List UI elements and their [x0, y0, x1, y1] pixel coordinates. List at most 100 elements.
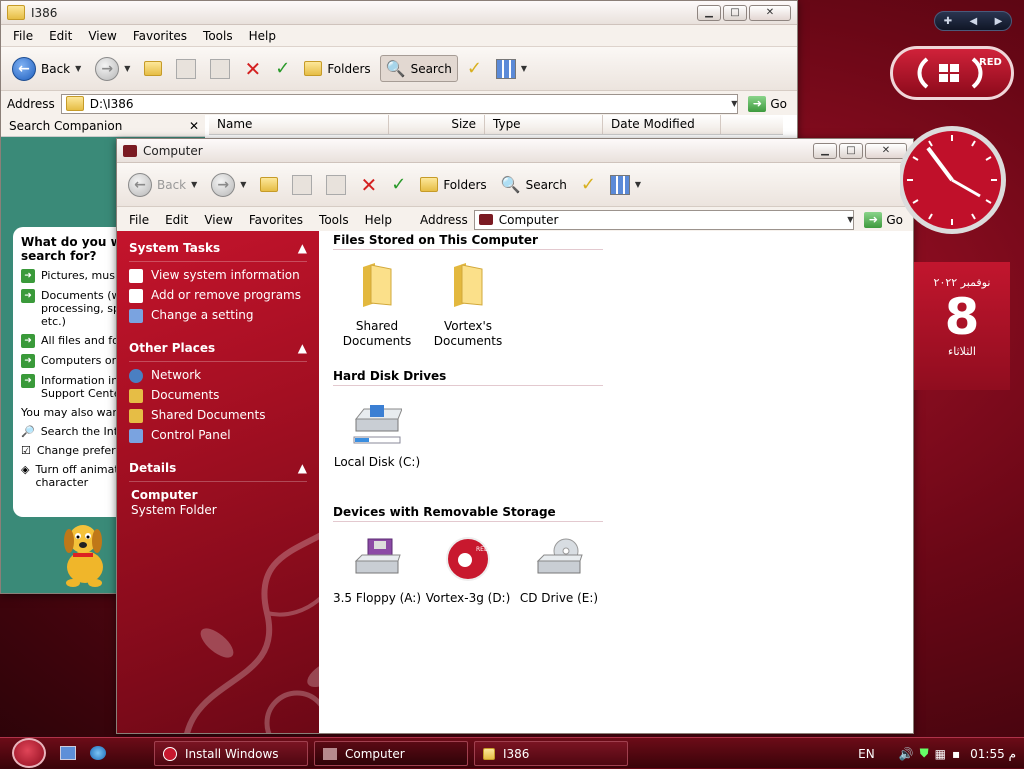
show-desktop-icon[interactable]: [60, 746, 76, 760]
network-icon[interactable]: ▦: [935, 747, 946, 761]
copy-to-button[interactable]: [171, 56, 201, 82]
hard-drive-icon: [353, 405, 403, 444]
taskbar-label: I386: [503, 746, 530, 761]
view-system-information-link[interactable]: View system information: [129, 268, 307, 283]
collapse-icon[interactable]: ▲: [298, 341, 307, 355]
folders-button[interactable]: Folders: [299, 58, 375, 79]
clock-time[interactable]: 01:55 م: [970, 747, 1016, 761]
minimize-button[interactable]: ▁: [697, 4, 721, 21]
menu-edit[interactable]: Edit: [157, 213, 196, 227]
address-input[interactable]: D:\I386 ▼: [60, 93, 739, 114]
views-button[interactable]: ▼: [491, 56, 532, 82]
taskbar-i386[interactable]: I386: [474, 741, 628, 766]
forward-button[interactable]: → ▼: [90, 54, 135, 84]
clock-gadget[interactable]: [900, 116, 1012, 240]
add-remove-programs-link[interactable]: Add or remove programs: [129, 288, 307, 303]
delete-button[interactable]: ✕: [239, 54, 266, 84]
menu-file[interactable]: File: [5, 29, 41, 43]
safely-remove-icon[interactable]: ▪: [952, 747, 960, 761]
menu-file[interactable]: File: [123, 213, 157, 227]
chevron-down-icon[interactable]: ▼: [124, 64, 130, 73]
search-button[interactable]: 🔍 Search: [379, 55, 458, 82]
red-logo-gadget[interactable]: RED: [890, 46, 1014, 100]
menu-tools[interactable]: Tools: [311, 213, 357, 227]
collapse-icon[interactable]: ▲: [298, 241, 307, 255]
search-button[interactable]: 🔍 Search: [496, 172, 572, 197]
change-setting-link[interactable]: Change a setting: [129, 308, 307, 323]
control-panel-link[interactable]: Control Panel: [129, 428, 307, 443]
col-name[interactable]: Name: [209, 115, 389, 134]
volume-icon[interactable]: 🔊: [899, 747, 914, 761]
chevron-down-icon[interactable]: ▼: [240, 180, 246, 189]
close-icon[interactable]: ✕: [189, 119, 199, 133]
tile-label: 3.5 Floppy (A:): [332, 591, 422, 605]
taskbar-label: Install Windows: [185, 746, 279, 761]
security-shield-icon[interactable]: ⛊: [920, 746, 929, 761]
col-size[interactable]: Size: [389, 115, 485, 134]
move-to-button[interactable]: [321, 172, 351, 198]
close-button[interactable]: ✕: [749, 4, 791, 21]
favorites-tool-button[interactable]: ✓: [462, 55, 487, 82]
next-icon[interactable]: ▶: [995, 16, 1003, 27]
views-button[interactable]: ▼: [605, 172, 646, 198]
menu-view[interactable]: View: [80, 29, 124, 43]
properties-button[interactable]: ✓: [270, 55, 295, 82]
computer-window[interactable]: Computer ▁ □ ✕ ← Back ▼ → ▼ ✕ ✓ Folders …: [116, 138, 914, 734]
language-indicator[interactable]: EN: [858, 747, 875, 761]
search-dog-icon[interactable]: [57, 517, 113, 589]
calendar-gadget[interactable]: نوفمبر ٢٠٢٢ 8 الثلاثاء: [914, 262, 1010, 390]
copy-to-button[interactable]: [287, 172, 317, 198]
taskbar-computer[interactable]: Computer: [314, 741, 468, 766]
delete-button[interactable]: ✕: [355, 170, 382, 200]
back-button[interactable]: ← Back ▼: [123, 170, 202, 200]
chevron-down-icon[interactable]: ▼: [847, 215, 853, 224]
local-disk-c-tile[interactable]: Local Disk (C:): [332, 401, 422, 470]
system-tasks-header[interactable]: System Tasks ▲: [129, 241, 307, 262]
folders-button[interactable]: Folders: [415, 174, 491, 195]
section-title: System Tasks: [129, 241, 221, 255]
search-icon: 🔍: [500, 175, 521, 194]
maximize-button[interactable]: □: [839, 142, 863, 159]
chevron-down-icon[interactable]: ▼: [521, 64, 527, 73]
add-gadget-icon[interactable]: ✚: [944, 16, 952, 27]
up-folder-button[interactable]: [255, 174, 283, 195]
minimize-button[interactable]: ▁: [813, 142, 837, 159]
go-button[interactable]: ➜ Go: [744, 95, 791, 112]
col-date[interactable]: Date Modified: [603, 115, 721, 134]
maximize-button[interactable]: □: [723, 4, 747, 21]
back-button[interactable]: ← Back ▼: [7, 54, 86, 84]
chevron-down-icon[interactable]: ▼: [191, 180, 197, 189]
favorites-tool-button[interactable]: ✓: [576, 171, 601, 198]
internet-explorer-icon[interactable]: [90, 746, 106, 760]
forward-button[interactable]: → ▼: [206, 170, 251, 200]
vortex-3g-d-tile[interactable]: RED Vortex-3g (D:): [423, 537, 513, 606]
address-input[interactable]: Computer ▼: [473, 209, 855, 230]
documents-link[interactable]: Documents: [129, 388, 307, 403]
i386-titlebar[interactable]: I386 ▁ □ ✕: [1, 1, 797, 25]
prev-icon[interactable]: ◀: [969, 16, 977, 27]
floppy-a-tile[interactable]: 3.5 Floppy (A:): [332, 537, 422, 606]
menu-help[interactable]: Help: [241, 29, 284, 43]
menu-tools[interactable]: Tools: [195, 29, 241, 43]
menu-help[interactable]: Help: [357, 213, 400, 227]
col-type[interactable]: Type: [485, 115, 603, 134]
menu-favorites[interactable]: Favorites: [241, 213, 311, 227]
move-to-button[interactable]: [205, 56, 235, 82]
shared-documents-link[interactable]: Shared Documents: [129, 408, 307, 423]
properties-button[interactable]: ✓: [386, 171, 411, 198]
taskbar-install-windows[interactable]: Install Windows: [154, 741, 308, 766]
network-link[interactable]: Network: [129, 368, 307, 383]
start-button[interactable]: [12, 738, 46, 768]
chevron-down-icon[interactable]: ▼: [731, 99, 737, 108]
up-folder-button[interactable]: [139, 58, 167, 79]
chevron-down-icon[interactable]: ▼: [75, 64, 81, 73]
menu-favorites[interactable]: Favorites: [125, 29, 195, 43]
vortex-documents-tile[interactable]: Vortex's Documents: [423, 259, 513, 349]
cd-drive-e-tile[interactable]: CD Drive (E:): [514, 537, 604, 606]
shared-documents-tile[interactable]: Shared Documents: [332, 259, 422, 349]
other-places-header[interactable]: Other Places ▲: [129, 341, 307, 362]
menu-view[interactable]: View: [196, 213, 240, 227]
chevron-down-icon[interactable]: ▼: [635, 180, 641, 189]
computer-titlebar[interactable]: Computer ▁ □ ✕: [117, 139, 913, 163]
menu-edit[interactable]: Edit: [41, 29, 80, 43]
